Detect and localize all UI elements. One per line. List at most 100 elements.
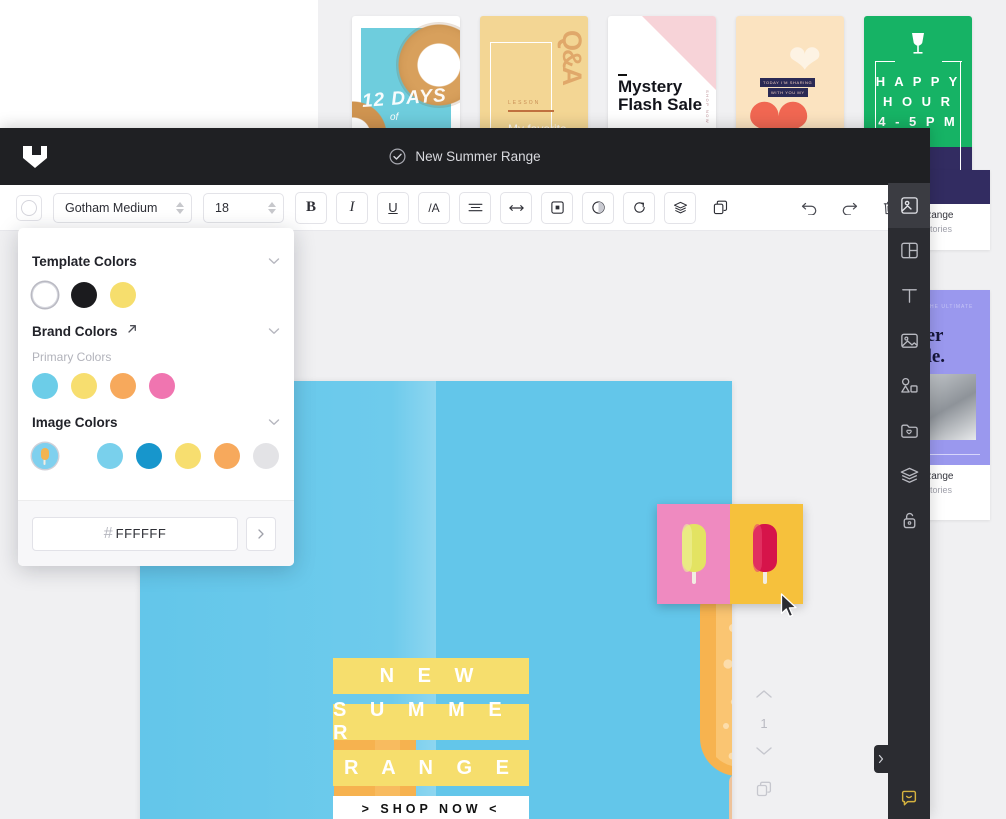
color-picker-popover: Template Colors Brand Colors Primary Col…	[18, 228, 294, 566]
image-swatch-gray[interactable]	[253, 443, 279, 469]
white-heart-icon: ❤	[788, 38, 822, 82]
image-swatch-yellow[interactable]	[175, 443, 201, 469]
headline-line-2[interactable]: S U M M E R	[333, 699, 529, 744]
rail-item-text[interactable]	[888, 273, 930, 318]
rail-item-lock[interactable]	[888, 498, 930, 543]
image-swatch-lightblue[interactable]	[97, 443, 123, 469]
layers-icon	[673, 201, 687, 214]
redo-icon	[842, 202, 857, 215]
opacity-button[interactable]	[582, 191, 614, 224]
image-colors-swatches	[32, 443, 280, 469]
image-icon	[900, 333, 918, 348]
headline-line-3[interactable]: R A N G E	[333, 750, 529, 786]
page-up-button[interactable]	[755, 686, 773, 704]
panel-expand-button[interactable]: chevron-right-icon	[874, 745, 888, 773]
document-title: New Summer Range	[415, 149, 541, 164]
wine-glass-icon	[909, 32, 927, 56]
chevron-right-icon	[258, 528, 264, 539]
side-card-1-title: Range	[924, 210, 954, 221]
brand-swatch-blue[interactable]	[32, 373, 58, 399]
side-card-2-subtitle: Stories	[924, 485, 953, 495]
image-colors-header[interactable]: Image Colors	[32, 413, 280, 431]
rail-item-images[interactable]	[888, 318, 930, 363]
popsicle-duo-image[interactable]	[657, 504, 803, 604]
chat-bubble-button[interactable]	[888, 777, 930, 819]
hex-color-input[interactable]: # FFFFFF	[32, 516, 238, 551]
text-icon	[901, 289, 917, 303]
brand-colors-swatches	[32, 373, 280, 399]
chat-bubble-icon	[901, 790, 917, 806]
align-button[interactable]	[459, 191, 491, 224]
brand-swatch-orange[interactable]	[110, 373, 136, 399]
page-controls: 1	[752, 686, 776, 819]
hex-value: FFFFFF	[115, 526, 167, 541]
template-swatch-yellow[interactable]	[110, 282, 136, 308]
template-swatch-white[interactable]	[32, 282, 58, 308]
underline-button[interactable]: U	[377, 191, 409, 224]
template-colors-header[interactable]: Template Colors	[32, 252, 280, 270]
color-swatch-button[interactable]	[16, 194, 42, 221]
rail-item-templates[interactable]	[888, 183, 930, 228]
editor-titlebar: New Summer Range	[0, 128, 930, 185]
text-case-button[interactable]: /A	[418, 191, 450, 224]
rail-item-layouts[interactable]	[888, 228, 930, 273]
external-link-icon[interactable]	[126, 322, 138, 340]
rail-item-layers[interactable]	[888, 453, 930, 498]
side-card-2-eyebrow: THE ULTIMATE	[926, 304, 974, 310]
color-popover-body: Template Colors Brand Colors Primary Col…	[18, 228, 294, 469]
redo-button[interactable]	[834, 192, 864, 223]
page-number: 1	[760, 716, 768, 731]
bold-button[interactable]: B	[295, 191, 327, 224]
undo-icon	[801, 202, 816, 215]
duplicate-button[interactable]	[705, 192, 735, 223]
brand-swatch-yellow[interactable]	[71, 373, 97, 399]
donut-card-title-2: of	[390, 112, 399, 123]
layers-button[interactable]	[664, 191, 696, 224]
mystery-card-headline: Mystery Flash Sale	[618, 77, 703, 115]
underline-icon: U	[388, 200, 398, 215]
font-size-select[interactable]: 18	[203, 192, 284, 223]
chevron-down-icon	[268, 252, 280, 270]
page-down-button[interactable]	[755, 743, 773, 761]
letter-spacing-button[interactable]	[500, 191, 532, 224]
crop-button[interactable]	[541, 191, 573, 224]
image-swatch-blue[interactable]	[136, 443, 162, 469]
side-card-2-title: Range	[924, 471, 954, 482]
unlock-icon	[903, 512, 915, 529]
happyhour-line-2: H O U R	[882, 94, 954, 110]
italic-button[interactable]: I	[336, 191, 368, 224]
headline-line-1[interactable]: N E W	[333, 658, 529, 694]
hex-hash: #	[103, 524, 113, 542]
cursor-arrow-icon	[780, 593, 798, 619]
template-colors-swatches	[32, 282, 280, 308]
horizontal-arrows-icon	[508, 204, 524, 211]
brand-colors-title: Brand Colors	[32, 323, 118, 339]
hex-input-row: # FFFFFF	[18, 500, 294, 566]
font-size-value: 18	[215, 200, 229, 215]
rotate-icon	[633, 202, 645, 213]
rail-item-uploads[interactable]	[888, 408, 930, 453]
rotate-button[interactable]	[623, 191, 655, 224]
italic-icon: I	[349, 199, 355, 215]
template-colors-title: Template Colors	[32, 253, 137, 269]
font-family-select[interactable]: Gotham Medium	[53, 192, 192, 223]
check-circle-icon	[389, 148, 406, 165]
template-swatch-black[interactable]	[71, 282, 97, 308]
undo-button[interactable]	[794, 192, 824, 223]
brand-swatch-pink[interactable]	[149, 373, 175, 399]
duplicate-page-button[interactable]	[756, 781, 772, 802]
brand-logo-icon[interactable]	[19, 143, 49, 171]
image-thumb-swatch[interactable]	[32, 443, 58, 469]
mystery-card-dash	[618, 74, 627, 76]
rail-item-elements[interactable]	[888, 363, 930, 408]
happyhour-lines: H A P P Y H O U R 4 - 5 P M	[864, 72, 972, 132]
hex-apply-button[interactable]	[246, 516, 276, 551]
document-title-group[interactable]: New Summer Range	[0, 128, 930, 185]
image-swatch-orange[interactable]	[214, 443, 240, 469]
happyhour-line-1: H A P P Y	[875, 74, 961, 89]
current-color-dot	[21, 199, 37, 216]
brand-colors-header[interactable]: Brand Colors	[32, 322, 280, 340]
shop-now-cta[interactable]: > SHOP NOW <	[333, 796, 529, 819]
folder-heart-icon	[900, 424, 918, 438]
font-size-spinner-icon	[268, 201, 276, 214]
